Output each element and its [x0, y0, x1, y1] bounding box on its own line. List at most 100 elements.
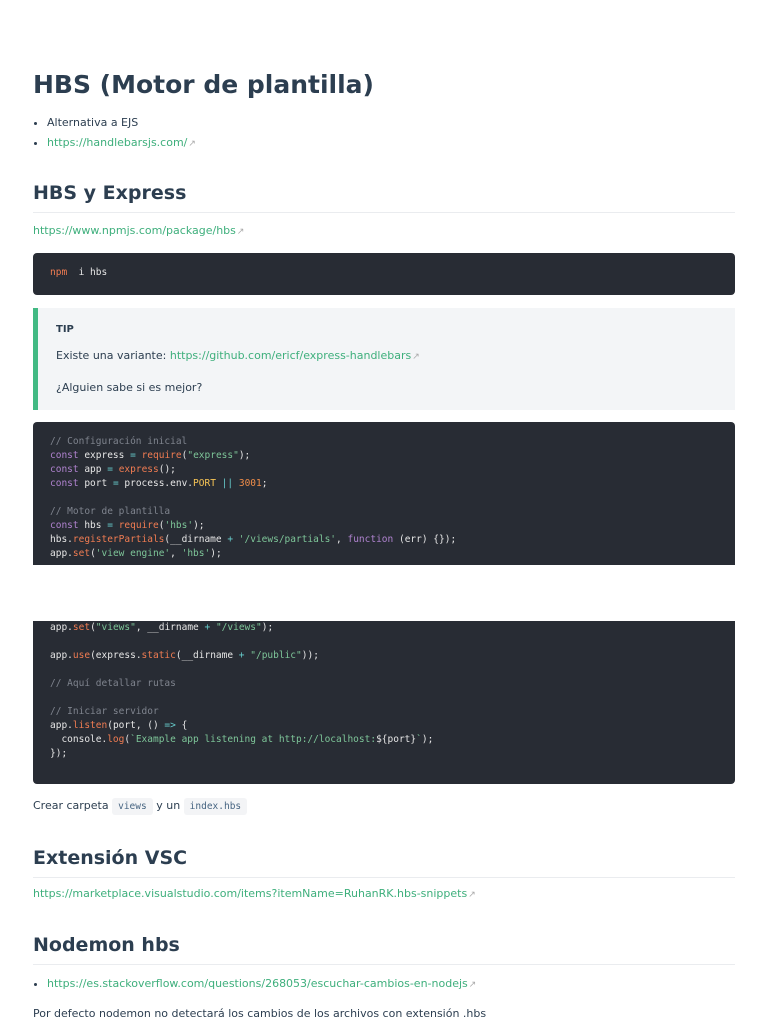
code-token: (port, (): [107, 720, 165, 731]
code-token: // Aquí detallar rutas: [50, 678, 176, 689]
tip-title: TIP: [56, 324, 74, 335]
external-link-icon: ↗: [188, 139, 196, 149]
code-line: // Motor de plantilla: [50, 505, 718, 519]
code-line: hbs.registerPartials(__dirname + '/views…: [50, 533, 718, 547]
code-line: app.use(express.static(__dirname + "/pub…: [50, 649, 718, 663]
code-token: registerPartials: [72, 534, 165, 545]
code-line: console.log(`Example app listening at ht…: [50, 733, 718, 747]
code-token: app.: [50, 622, 73, 633]
code-line: app.listen(port, () => {: [50, 719, 718, 733]
code-token: (__dirname: [175, 650, 239, 661]
code-token: npm: [50, 267, 68, 278]
code-token: {: [175, 720, 188, 731]
tip-text: Existe una variante:: [56, 349, 170, 362]
code-line: // Aquí detallar rutas: [50, 677, 718, 691]
code-token: "views": [95, 622, 136, 633]
tip-question: ¿Alguien sabe si es mejor?: [56, 381, 203, 394]
code-line: app.set('view engine', 'hbs');: [50, 547, 718, 561]
code-token: ));: [301, 650, 319, 661]
external-link-icon: ↗: [412, 352, 420, 362]
code-token: ;: [261, 478, 268, 489]
code-block-server: app.set("views", __dirname + "/views"); a…: [33, 621, 735, 784]
code-token: 3001: [238, 478, 262, 489]
code-token: express: [118, 464, 159, 475]
code-token: express: [78, 450, 131, 461]
code-token: function: [347, 534, 394, 545]
code-token: (err) {});: [393, 534, 457, 545]
code-token: });: [50, 748, 68, 759]
crear-text: Crear carpeta views y un index.hbs: [33, 798, 248, 815]
code-block-config: // Configuración inicial const express = …: [33, 422, 735, 565]
code-block-npm: npm i hbs: [33, 253, 735, 295]
code-token: "express": [187, 450, 239, 461]
code-token: ${port}: [376, 734, 417, 745]
code-token: );: [261, 622, 274, 633]
intro-list: Alternativa a EJS https://handlebarsjs.c…: [33, 116, 196, 157]
code-line: npm i hbs: [50, 266, 718, 280]
code-token: // Iniciar servidor: [50, 706, 159, 717]
code-token: set: [72, 622, 91, 633]
express-handlebars-link[interactable]: https://github.com/ericf/express-handleb…: [170, 349, 411, 362]
code-token: // Motor de plantilla: [50, 506, 171, 517]
stackoverflow-link[interactable]: https://es.stackoverflow.com/questions/2…: [47, 977, 468, 990]
code-token: );: [238, 450, 251, 461]
code-token: 'view engine': [95, 548, 171, 559]
code-token: `Example app listening at http://localho…: [130, 734, 377, 745]
list-item: https://handlebarsjs.com/↗: [47, 136, 196, 151]
code-token: ,: [336, 534, 348, 545]
handlebars-link[interactable]: https://handlebarsjs.com/: [47, 136, 187, 149]
nodemon-text: Por defecto nodemon no detectará los cam…: [33, 1007, 487, 1020]
inline-code: index.hbs: [183, 798, 248, 815]
code-token: =>: [164, 720, 176, 731]
code-token: "/views": [215, 622, 262, 633]
code-token: app.: [50, 720, 73, 731]
code-token: static: [141, 650, 176, 661]
code-token: ,: [170, 548, 182, 559]
marketplace-link[interactable]: https://marketplace.visualstudio.com/ite…: [33, 887, 467, 900]
code-line: // Iniciar servidor: [50, 705, 718, 719]
code-line: const hbs = require('hbs');: [50, 519, 718, 533]
code-token: (__dirname: [164, 534, 228, 545]
code-token: 'hbs': [164, 520, 194, 531]
code-token: console.: [50, 734, 108, 745]
code-token: use: [72, 650, 91, 661]
code-token: // Configuración inicial: [50, 436, 188, 447]
npm-link[interactable]: https://www.npmjs.com/package/hbs: [33, 224, 236, 237]
inline-code: views: [112, 798, 153, 815]
code-token: app: [78, 464, 108, 475]
code-token: '/views/partials': [238, 534, 337, 545]
page-title: HBS (Motor de plantilla): [33, 70, 374, 99]
code-token: ||: [221, 478, 234, 489]
code-line: });: [50, 747, 718, 761]
external-link-icon: ↗: [468, 890, 476, 900]
code-token: set: [72, 548, 91, 559]
code-token: listen: [72, 720, 108, 731]
section-heading-extension: Extensión VSC: [33, 847, 735, 878]
code-line: const express = require("express");: [50, 449, 718, 463]
code-token: (express.: [90, 650, 142, 661]
section-heading-nodemon: Nodemon hbs: [33, 934, 735, 965]
code-token: hbs.: [50, 534, 73, 545]
code-token: log: [107, 734, 125, 745]
code-token: i hbs: [67, 267, 108, 278]
code-token: );: [193, 520, 205, 531]
code-line: const app = express();: [50, 463, 718, 477]
code-token: PORT: [193, 478, 216, 489]
code-token: const: [50, 478, 79, 489]
tip-box: TIP Existe una variante: https://github.…: [33, 308, 735, 410]
code-token: hbs: [78, 520, 108, 531]
external-link-icon: ↗: [236, 227, 245, 237]
code-token: app.: [50, 548, 73, 559]
code-line: // Configuración inicial: [50, 435, 718, 449]
code-token: app.: [50, 650, 73, 661]
code-token: require: [141, 450, 182, 461]
code-token: process.env.: [118, 478, 194, 489]
code-token: 'hbs': [181, 548, 211, 559]
code-token: ();: [158, 464, 176, 475]
code-token: const: [50, 450, 79, 461]
code-line: app.set("views", __dirname + "/views");: [50, 621, 718, 635]
list-item: https://es.stackoverflow.com/questions/2…: [47, 977, 476, 992]
